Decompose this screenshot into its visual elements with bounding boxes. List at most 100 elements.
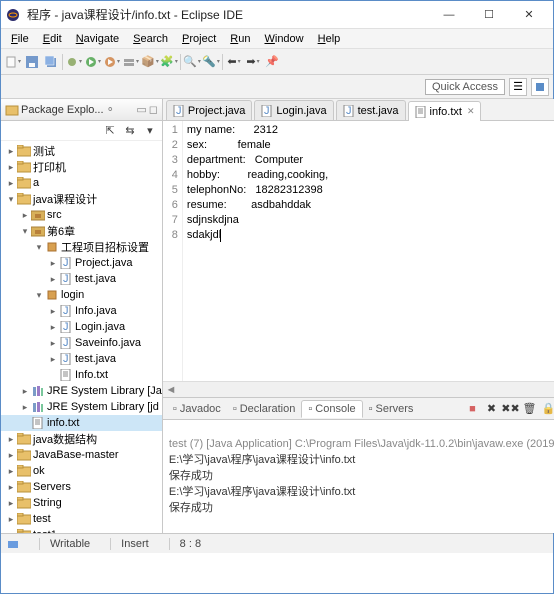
menu-search[interactable]: Search [127, 31, 174, 47]
menu-file[interactable]: File [5, 31, 35, 47]
console-tab-console[interactable]: ▫Console [301, 400, 362, 418]
text-editor[interactable]: 12345678 my name: 2312sex: femaledepartm… [163, 121, 554, 381]
tree-item[interactable]: ▾工程项目招标设置 [1, 239, 162, 255]
console-tab-declaration[interactable]: ▫Declaration [227, 401, 302, 417]
editor-tab[interactable]: info.txt✕ [408, 101, 482, 121]
tree-item[interactable]: ▸Jtest.java [1, 351, 162, 367]
tree-item[interactable]: ▸JRE System Library [Ja [1, 383, 162, 399]
tree-twisty-icon[interactable]: ▸ [5, 530, 17, 534]
terminate-icon[interactable]: ■ [465, 401, 481, 417]
run-icon[interactable] [85, 54, 101, 70]
quick-access-input[interactable]: Quick Access [425, 79, 505, 95]
menu-run[interactable]: Run [224, 31, 256, 47]
new-icon[interactable] [5, 54, 21, 70]
menu-navigate[interactable]: Navigate [70, 31, 125, 47]
tree-item[interactable]: ▸java数据结构 [1, 431, 162, 447]
tree-twisty-icon[interactable]: ▸ [5, 146, 17, 157]
editor-content[interactable]: my name: 2312sex: femaledepartment: Comp… [183, 121, 554, 381]
editor-tab[interactable]: JProject.java [166, 100, 252, 120]
search-icon[interactable]: 🔦 [203, 54, 219, 70]
tree-twisty-icon[interactable]: ▾ [19, 226, 31, 237]
tree-item[interactable]: ▸JavaBase-master [1, 447, 162, 463]
tree-twisty-icon[interactable]: ▸ [5, 514, 17, 525]
new-type-icon[interactable]: 🧩 [161, 54, 177, 70]
maximize-button[interactable]: ☐ [469, 3, 509, 27]
tree-item[interactable]: info.txt [1, 415, 162, 431]
server-icon[interactable] [123, 54, 139, 70]
scroll-left-icon[interactable]: ◄ [163, 384, 179, 396]
save-icon[interactable] [24, 54, 40, 70]
tree-twisty-icon[interactable]: ▾ [5, 194, 17, 205]
remove-all-icon[interactable]: ✖✖ [503, 401, 519, 417]
java-perspective-button[interactable] [531, 78, 549, 96]
tree-item[interactable]: ▸打印机 [1, 159, 162, 175]
tree-twisty-icon[interactable]: ▸ [47, 306, 59, 317]
tree-item[interactable]: ▸ok [1, 463, 162, 479]
view-menu-dd-icon[interactable]: ▾ [142, 123, 158, 139]
tree-item[interactable]: ▸a [1, 175, 162, 191]
tree-item[interactable]: ▸test1 [1, 527, 162, 533]
menu-project[interactable]: Project [176, 31, 222, 47]
menu-help[interactable]: Help [312, 31, 347, 47]
tree-twisty-icon[interactable]: ▸ [47, 258, 59, 269]
clear-console-icon[interactable]: 🗑 [522, 401, 538, 417]
open-perspective-button[interactable]: ☰ [509, 78, 527, 96]
tree-item[interactable]: ▸JProject.java [1, 255, 162, 271]
tree-twisty-icon[interactable]: ▸ [5, 434, 17, 445]
tree-twisty-icon[interactable]: ▸ [5, 466, 17, 477]
collapse-all-icon[interactable]: ⇱ [102, 123, 118, 139]
minimize-view-icon[interactable]: ▭ [136, 103, 146, 116]
new-package-icon[interactable]: 📦 [142, 54, 158, 70]
tree-twisty-icon[interactable]: ▸ [19, 386, 31, 397]
tree-item[interactable]: ▸src [1, 207, 162, 223]
menu-window[interactable]: Window [258, 31, 309, 47]
console-tab-javadoc[interactable]: ▫Javadoc [167, 401, 227, 417]
tree-item[interactable]: ▸JRE System Library [jd [1, 399, 162, 415]
tree-twisty-icon[interactable]: ▸ [47, 338, 59, 349]
console-output[interactable]: test (7) [Java Application] C:\Program F… [163, 420, 554, 533]
tree-twisty-icon[interactable]: ▸ [47, 274, 59, 285]
tree-twisty-icon[interactable]: ▸ [19, 402, 31, 413]
tree-item[interactable]: ▸String [1, 495, 162, 511]
tree-twisty-icon[interactable]: ▸ [5, 482, 17, 493]
save-all-icon[interactable] [43, 54, 59, 70]
tree-twisty-icon[interactable]: ▸ [47, 322, 59, 333]
link-editor-icon[interactable]: ⇆ [122, 123, 138, 139]
tree-twisty-icon[interactable]: ▸ [5, 162, 17, 173]
tree-item[interactable]: ▸Servers [1, 479, 162, 495]
tree-twisty-icon[interactable]: ▸ [47, 354, 59, 365]
tab-close-icon[interactable]: ✕ [467, 106, 475, 117]
tree-item[interactable]: ▸JSaveinfo.java [1, 335, 162, 351]
maximize-view-icon[interactable]: ◻ [149, 103, 158, 116]
tree-item[interactable]: ▾login [1, 287, 162, 303]
view-menu-icon[interactable]: ⚬ [106, 103, 115, 116]
console-tab-servers[interactable]: ▫Servers [363, 401, 420, 417]
tree-item[interactable]: ▸JInfo.java [1, 303, 162, 319]
debug-icon[interactable] [66, 54, 82, 70]
tree-twisty-icon[interactable]: ▾ [33, 290, 45, 301]
pin-icon[interactable]: 📌 [264, 54, 280, 70]
tree-twisty-icon[interactable]: ▸ [5, 498, 17, 509]
tree-item[interactable]: ▸测试 [1, 143, 162, 159]
tree-item[interactable]: ▸JLogin.java [1, 319, 162, 335]
nav-fwd-icon[interactable]: ➡ [245, 54, 261, 70]
close-button[interactable]: ✕ [509, 3, 549, 27]
tree-item[interactable]: ▸Jtest.java [1, 271, 162, 287]
tree-item[interactable]: ▾java课程设计 [1, 191, 162, 207]
editor-tab[interactable]: Jtest.java [336, 100, 406, 120]
tree-twisty-icon[interactable]: ▸ [5, 450, 17, 461]
tree-item[interactable]: Info.txt [1, 367, 162, 383]
editor-hscrollbar[interactable]: ◄ ► [163, 381, 554, 397]
tree-item[interactable]: ▸test [1, 511, 162, 527]
editor-tab[interactable]: JLogin.java [254, 100, 333, 120]
minimize-button[interactable]: — [429, 3, 469, 27]
scroll-lock-icon[interactable]: 🔒 [541, 401, 554, 417]
coverage-icon[interactable] [104, 54, 120, 70]
tree-twisty-icon[interactable]: ▸ [5, 178, 17, 189]
menu-edit[interactable]: Edit [37, 31, 68, 47]
open-type-icon[interactable]: 🔍 [184, 54, 200, 70]
remove-launch-icon[interactable]: ✖ [484, 401, 500, 417]
tree-item[interactable]: ▾第6章 [1, 223, 162, 239]
nav-back-icon[interactable]: ⬅ [226, 54, 242, 70]
tree-twisty-icon[interactable]: ▸ [19, 210, 31, 221]
